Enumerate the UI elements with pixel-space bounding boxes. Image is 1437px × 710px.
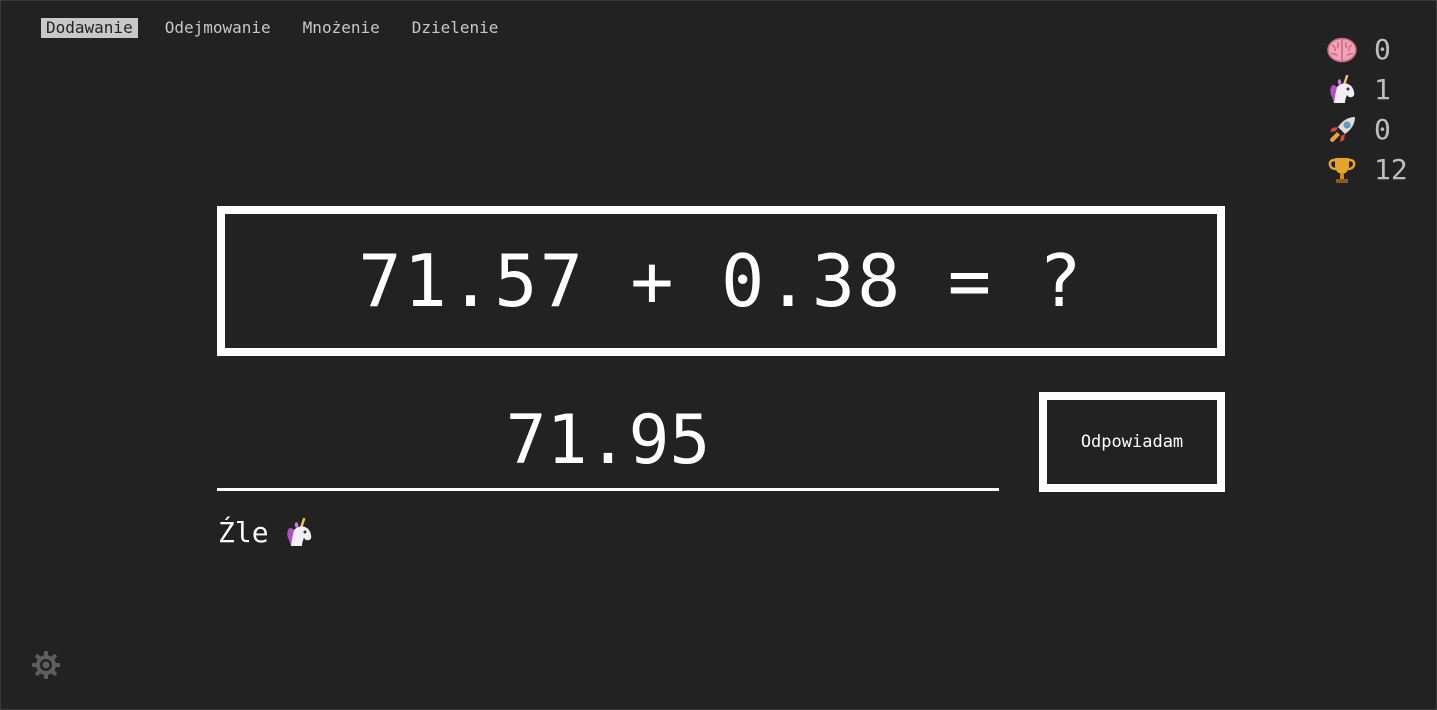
brain-icon bbox=[1326, 34, 1358, 66]
trophy-count: 12 bbox=[1374, 153, 1408, 186]
answer-input[interactable] bbox=[217, 393, 999, 491]
unicorn-icon bbox=[283, 517, 315, 549]
tab-addition[interactable]: Dodawanie bbox=[41, 18, 138, 38]
gear-icon bbox=[32, 651, 60, 679]
stat-unicorn: 1 bbox=[1326, 74, 1408, 106]
brain-count: 0 bbox=[1374, 33, 1391, 66]
rocket-icon bbox=[1326, 114, 1358, 146]
stat-brain: 0 bbox=[1326, 34, 1408, 66]
operation-tabs: Dodawanie Odejmowanie Mnożenie Dzielenie bbox=[41, 18, 503, 38]
settings-button[interactable] bbox=[31, 650, 61, 680]
feedback-message: Źle bbox=[218, 516, 315, 549]
unicorn-icon bbox=[1326, 74, 1358, 106]
stat-rocket: 0 bbox=[1326, 114, 1408, 146]
stat-trophy: 12 bbox=[1326, 154, 1408, 186]
rocket-count: 0 bbox=[1374, 113, 1391, 146]
tab-multiplication[interactable]: Mnożenie bbox=[298, 18, 385, 38]
feedback-text: Źle bbox=[218, 516, 269, 549]
question-text: 71.57 + 0.38 = ? bbox=[358, 239, 1084, 323]
tab-subtraction[interactable]: Odejmowanie bbox=[160, 18, 276, 38]
trophy-icon bbox=[1326, 154, 1358, 186]
app-window: Dodawanie Odejmowanie Mnożenie Dzielenie… bbox=[0, 0, 1437, 710]
submit-button[interactable]: Odpowiadam bbox=[1039, 392, 1225, 492]
tab-division[interactable]: Dzielenie bbox=[407, 18, 504, 38]
question-box: 71.57 + 0.38 = ? bbox=[217, 206, 1225, 356]
unicorn-count: 1 bbox=[1374, 73, 1391, 106]
submit-label: Odpowiadam bbox=[1080, 432, 1184, 452]
score-panel: 0 1 0 12 bbox=[1326, 34, 1408, 186]
